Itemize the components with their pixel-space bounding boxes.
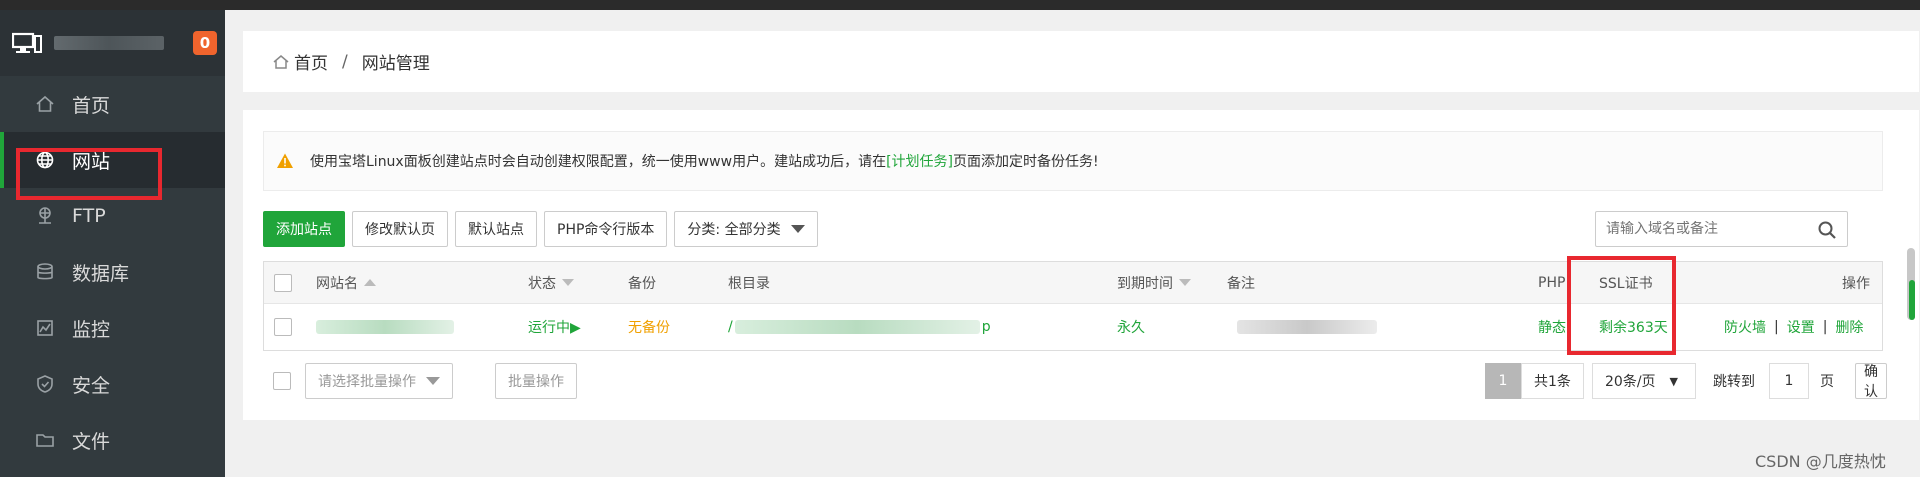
alert-text-before: 使用宝塔Linux面板创建站点时会自动创建权限配置，统一使用www用户。建站成功… [310, 154, 887, 170]
notification-badge[interactable]: 0 [193, 31, 217, 55]
sidebar-item-label: 网站 [72, 150, 111, 173]
jump-to-label: 跳转到 [1713, 374, 1755, 390]
sort-desc-icon [1179, 279, 1191, 286]
breadcrumb-home-link[interactable]: 首页 [294, 49, 328, 74]
sidebar-item-security[interactable]: 安全 [0, 356, 225, 412]
settings-link[interactable]: 设置 [1787, 317, 1815, 337]
jump-confirm-button[interactable]: 确认 [1855, 363, 1887, 400]
per-page-select[interactable]: 20条/页 ▼ [1592, 363, 1696, 399]
column-header-ssl: SSL证书 [1599, 275, 1653, 292]
action-separator: | [1822, 319, 1828, 335]
sidebar-header: 0 [0, 10, 225, 76]
sidebar-item-label: 安全 [72, 374, 111, 397]
jump-page-input[interactable]: 1 [1769, 363, 1809, 399]
search-icon[interactable] [1817, 220, 1837, 240]
warning-icon [277, 153, 293, 168]
sidebar-item-label: 首页 [72, 94, 111, 117]
sidebar-item-website[interactable]: 网站 [0, 132, 225, 188]
shield-icon [34, 373, 56, 395]
ftp-icon [34, 205, 56, 227]
site-name-redacted[interactable] [316, 320, 454, 334]
total-count: 共1条 [1521, 363, 1584, 399]
row-actions: 防火墙 | 设置 | 删除 [1724, 304, 1863, 350]
sort-asc-icon [364, 279, 376, 286]
site-status-toggle[interactable]: 运行中▶ [528, 304, 581, 350]
column-header-status[interactable]: 状态 [528, 262, 574, 303]
table-footer: 请选择批量操作 批量操作 1 共1条 20条/页 ▼ 跳转到 1 页 确认 [263, 363, 1887, 400]
edit-default-page-button[interactable]: 修改默认页 [352, 211, 448, 247]
column-header-root: 根目录 [728, 275, 770, 292]
page-unit-label: 页 [1820, 374, 1834, 390]
search-box [1595, 211, 1848, 247]
column-header-backup: 备份 [628, 275, 656, 292]
row-checkbox[interactable] [274, 318, 292, 336]
alert-text-after: 页面添加定时备份任务! [953, 154, 1099, 170]
batch-operation-button[interactable]: 批量操作 [495, 363, 577, 399]
monitor-icon [34, 317, 56, 339]
window-top-bar [0, 0, 1920, 10]
footer-select-all-checkbox[interactable] [273, 372, 291, 390]
table-row: 运行中▶ 无备份 / p 永久 静态 剩余363天 防火墙 | 设置 | 删除 [264, 304, 1882, 350]
site-expire-value[interactable]: 永久 [1117, 304, 1145, 350]
server-hostname-redacted [54, 36, 164, 50]
site-toolbar: 添加站点 修改默认页 默认站点 PHP命令行版本 分类: 全部分类 [263, 211, 818, 247]
column-header-expire[interactable]: 到期时间 [1117, 262, 1191, 303]
default-site-button[interactable]: 默认站点 [455, 211, 537, 247]
breadcrumb-separator: / [342, 51, 348, 72]
page-scrollbar-thumb[interactable] [1909, 280, 1915, 320]
breadcrumb-current: 网站管理 [361, 54, 430, 74]
category-dropdown-label: 分类: 全部分类 [687, 222, 781, 238]
breadcrumb: 首页 / 网站管理 [243, 31, 1919, 92]
site-backup-link[interactable]: 无备份 [628, 304, 670, 350]
caret-down-icon [426, 377, 440, 385]
sidebar-item-database[interactable]: 数据库 [0, 244, 225, 300]
chevron-down-icon: ▼ [1669, 374, 1678, 388]
site-root-redacted [734, 320, 980, 334]
globe-icon [34, 149, 56, 171]
sidebar-item-ftp[interactable]: FTP [0, 188, 225, 244]
site-php-version[interactable]: 静态 [1538, 304, 1566, 350]
page-current[interactable]: 1 [1485, 363, 1521, 399]
site-table: 网站名 状态 备份 根目录 到期时间 备注 PHP SSL证书 操作 运行中▶ … [263, 261, 1883, 351]
sidebar-item-label: 监控 [72, 318, 111, 341]
select-all-checkbox[interactable] [274, 273, 292, 292]
delete-link[interactable]: 删除 [1835, 317, 1863, 337]
category-dropdown[interactable]: 分类: 全部分类 [674, 211, 818, 247]
site-root-link[interactable]: / p [728, 304, 991, 350]
home-icon [273, 54, 289, 69]
add-site-button[interactable]: 添加站点 [263, 211, 345, 247]
folder-icon [34, 429, 56, 451]
site-management-panel: 使用宝塔Linux面板创建站点时会自动创建权限配置，统一使用www用户。建站成功… [243, 110, 1919, 420]
sidebar-item-label: FTP [72, 205, 106, 227]
caret-down-icon [790, 225, 805, 233]
sidebar-item-files[interactable]: 文件 [0, 412, 225, 468]
firewall-link[interactable]: 防火墙 [1724, 317, 1766, 337]
sort-desc-icon [562, 279, 574, 286]
column-header-remark: 备注 [1227, 275, 1255, 292]
php-cli-version-button[interactable]: PHP命令行版本 [544, 211, 668, 247]
watermark: CSDN @几度热忱 [1755, 452, 1886, 471]
info-alert: 使用宝塔Linux面板创建站点时会自动创建权限配置，统一使用www用户。建站成功… [263, 131, 1883, 191]
search-input[interactable] [1606, 221, 1806, 237]
action-separator: | [1774, 319, 1779, 335]
column-header-name[interactable]: 网站名 [316, 262, 376, 303]
batch-operation-select[interactable]: 请选择批量操作 [305, 363, 453, 399]
column-header-php: PHP [1538, 274, 1566, 291]
sidebar-item-label: 数据库 [72, 262, 130, 285]
site-ssl-status[interactable]: 剩余363天 [1599, 304, 1668, 350]
database-icon [34, 261, 56, 283]
home-icon [34, 93, 56, 115]
column-header-ops: 操作 [1842, 275, 1870, 292]
sidebar-item-monitor[interactable]: 监控 [0, 300, 225, 356]
server-monitor-icon [11, 32, 42, 54]
sidebar: 0 首页 网站 FTP 数据库 监控 安全 文件 [0, 10, 225, 477]
sidebar-item-home[interactable]: 首页 [0, 76, 225, 132]
site-remark-redacted[interactable] [1237, 320, 1377, 334]
sidebar-item-label: 文件 [72, 430, 111, 453]
table-header: 网站名 状态 备份 根目录 到期时间 备注 PHP SSL证书 操作 [264, 262, 1882, 304]
cron-task-link[interactable]: [计划任务] [886, 151, 953, 171]
